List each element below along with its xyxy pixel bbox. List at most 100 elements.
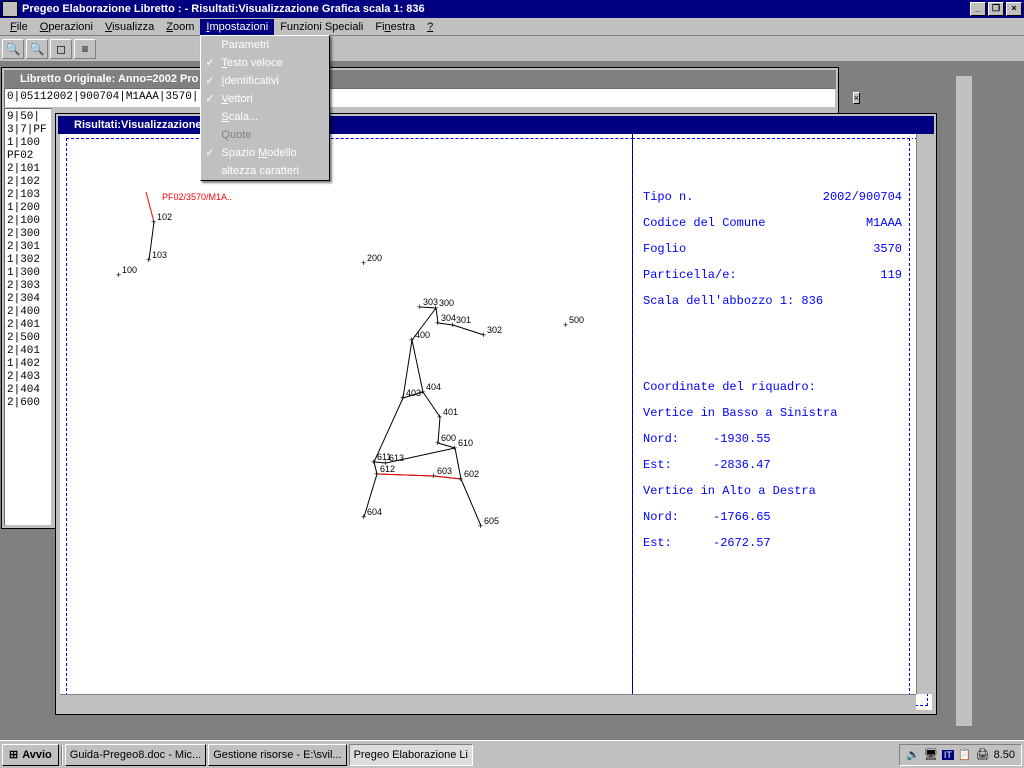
libretto-line[interactable]: 2|400 bbox=[7, 306, 49, 319]
libretto-line[interactable]: 2|404 bbox=[7, 384, 49, 397]
libretto-line[interactable]: 1|200 bbox=[7, 202, 49, 215]
point-label: 301 bbox=[456, 315, 471, 325]
libretto-line[interactable]: 2|300 bbox=[7, 228, 49, 241]
menu-finestra[interactable]: Finestra bbox=[369, 19, 421, 35]
menu-funzioni[interactable]: Funzioni Speciali bbox=[274, 19, 369, 35]
scrollbar-v[interactable] bbox=[916, 134, 932, 694]
libretto-line[interactable]: 2|500 bbox=[7, 332, 49, 345]
mitem-altezza-caratteri[interactable]: altezza caratteri bbox=[201, 162, 329, 180]
libretto-line[interactable]: 2|301 bbox=[7, 241, 49, 254]
mitem-testo-veloce[interactable]: ✓Testo veloce bbox=[201, 54, 329, 72]
point-label: 600 bbox=[441, 433, 456, 443]
libretto-line[interactable]: 2|101 bbox=[7, 163, 49, 176]
outer-scrollbar-v[interactable] bbox=[956, 76, 972, 726]
svg-text:+: + bbox=[435, 318, 440, 328]
start-button[interactable]: ⊞ Avvio bbox=[2, 744, 59, 766]
minimize-button[interactable]: _ bbox=[970, 2, 986, 16]
info-tipo-label: Tipo n. bbox=[643, 184, 823, 210]
libretto-line[interactable]: 1|302 bbox=[7, 254, 49, 267]
task-guida[interactable]: Guida-Pregeo8.doc - Mic... bbox=[65, 744, 206, 766]
mdi-area: Libretto Originale: Anno=2002 Pro _ □ × … bbox=[0, 62, 1024, 740]
zoom-out-icon[interactable]: 🔍 bbox=[26, 39, 48, 59]
info-comune-val: M1AAA bbox=[866, 210, 902, 236]
point-label: 303 bbox=[423, 297, 438, 307]
mitem-vettori[interactable]: ✓Vettori bbox=[201, 90, 329, 108]
svg-text:+: + bbox=[361, 258, 366, 268]
svg-text:+: + bbox=[400, 393, 405, 403]
point-label: 300 bbox=[439, 298, 454, 308]
libretto-line[interactable]: 2|103 bbox=[7, 189, 49, 202]
menu-zoom[interactable]: Zoom bbox=[160, 19, 200, 35]
tray-icon[interactable]: 🖥 bbox=[924, 748, 938, 761]
point-label: 100 bbox=[122, 265, 137, 275]
libretto-line[interactable]: 2|403 bbox=[7, 371, 49, 384]
svg-text:+: + bbox=[478, 521, 483, 531]
libretto-lines[interactable]: 9|50|3|7|PF1|100PF022|1012|1022|1031|200… bbox=[4, 108, 52, 526]
point-label: 602 bbox=[464, 469, 479, 479]
libretto-line[interactable]: 2|401 bbox=[7, 319, 49, 332]
close-button[interactable]: × bbox=[1006, 2, 1022, 16]
svg-text:+: + bbox=[450, 320, 455, 330]
mitem-identificativi[interactable]: ✓Identificativi bbox=[201, 72, 329, 90]
svg-text:+: + bbox=[383, 458, 388, 468]
scrollbar-h[interactable] bbox=[60, 694, 916, 710]
info-nord1-label: Nord: bbox=[643, 426, 713, 452]
gfx-window[interactable]: Risultati:Visualizzazione G _ □ × 100+10… bbox=[56, 114, 936, 714]
point-label: 610 bbox=[458, 438, 473, 448]
taskbar: ⊞ Avvio Guida-Pregeo8.doc - Mic... Gesti… bbox=[0, 740, 1024, 768]
libretto-line[interactable]: 2|600 bbox=[7, 397, 49, 410]
libretto-line[interactable]: 2|304 bbox=[7, 293, 49, 306]
check-icon: ✓ bbox=[205, 74, 214, 87]
check-icon: ✓ bbox=[205, 146, 214, 159]
tray-icon[interactable]: 📋 bbox=[958, 748, 972, 761]
restore-button[interactable]: ❐ bbox=[988, 2, 1004, 16]
libretto-line[interactable]: 3|7|PF bbox=[7, 124, 49, 137]
svg-text:+: + bbox=[431, 471, 436, 481]
task-pregeo[interactable]: Pregeo Elaborazione Li bbox=[349, 744, 473, 766]
info-tipo-val: 2002/900704 bbox=[823, 184, 902, 210]
menu-help[interactable]: ? bbox=[421, 19, 439, 35]
tray-icon[interactable]: 🔊 bbox=[906, 748, 920, 761]
svg-text:+: + bbox=[458, 474, 463, 484]
pf-label: PF02/3570/M1A.. bbox=[162, 192, 232, 202]
drawing-svg: 100+102+103+200+300+303+304+301+302+400+… bbox=[60, 134, 640, 710]
menu-impostazioni[interactable]: Impostazioni Parametri ✓Testo veloce ✓Id… bbox=[200, 19, 274, 35]
svg-text:+: + bbox=[563, 320, 568, 330]
gfx-canvas[interactable]: 100+102+103+200+300+303+304+301+302+400+… bbox=[60, 134, 932, 710]
libretto-line[interactable]: 1|402 bbox=[7, 358, 49, 371]
libretto-line[interactable]: 2|303 bbox=[7, 280, 49, 293]
close-button[interactable]: × bbox=[853, 92, 860, 104]
info-nord2-val: -1766.65 bbox=[713, 504, 771, 530]
libretto-line[interactable]: PF02 bbox=[7, 150, 49, 163]
tray-lang-icon[interactable]: IT bbox=[942, 750, 954, 760]
libretto-line[interactable]: 1|300 bbox=[7, 267, 49, 280]
info-est1-label: Est: bbox=[643, 452, 713, 478]
windows-icon: ⊞ bbox=[9, 748, 18, 761]
libretto-line[interactable]: 1|100 bbox=[7, 137, 49, 150]
mitem-parametri[interactable]: Parametri bbox=[201, 36, 329, 54]
libretto-line[interactable]: 2|100 bbox=[7, 215, 49, 228]
menu-file[interactable]: File bbox=[4, 19, 34, 35]
mitem-scala[interactable]: Scala... bbox=[201, 108, 329, 126]
libretto-line[interactable]: 2|102 bbox=[7, 176, 49, 189]
zoom-extents-icon[interactable]: ≡ bbox=[74, 39, 96, 59]
libretto-line[interactable]: 9|50| bbox=[7, 111, 49, 124]
menu-visualizza[interactable]: Visualizza bbox=[99, 19, 160, 35]
gfx-titlebar[interactable]: Risultati:Visualizzazione G _ □ × bbox=[58, 116, 934, 134]
mitem-spazio-modello[interactable]: ✓Spazio Modello bbox=[201, 144, 329, 162]
zoom-window-icon[interactable]: ◻ bbox=[50, 39, 72, 59]
app-titlebar: Pregeo Elaborazione Libretto : - Risulta… bbox=[0, 0, 1024, 18]
libretto-titlebar[interactable]: Libretto Originale: Anno=2002 Pro _ □ × bbox=[4, 70, 836, 88]
task-gestione[interactable]: Gestione risorse - E:\svil... bbox=[208, 744, 346, 766]
info-foglio-val: 3570 bbox=[873, 236, 902, 262]
info-nord1-val: -1930.55 bbox=[713, 426, 771, 452]
menu-operazioni[interactable]: Operazioni bbox=[34, 19, 99, 35]
doc-icon bbox=[6, 72, 20, 86]
libretto-line[interactable]: 2|401 bbox=[7, 345, 49, 358]
info-foglio-label: Foglio bbox=[643, 236, 873, 262]
system-tray[interactable]: 🔊 🖥 IT 📋 🖨 8.50 bbox=[899, 744, 1022, 766]
tray-icon[interactable]: 🖨 bbox=[976, 748, 990, 761]
app-title: Pregeo Elaborazione Libretto : - Risulta… bbox=[22, 3, 425, 15]
svg-text:+: + bbox=[435, 438, 440, 448]
zoom-in-icon[interactable]: 🔍 bbox=[2, 39, 24, 59]
